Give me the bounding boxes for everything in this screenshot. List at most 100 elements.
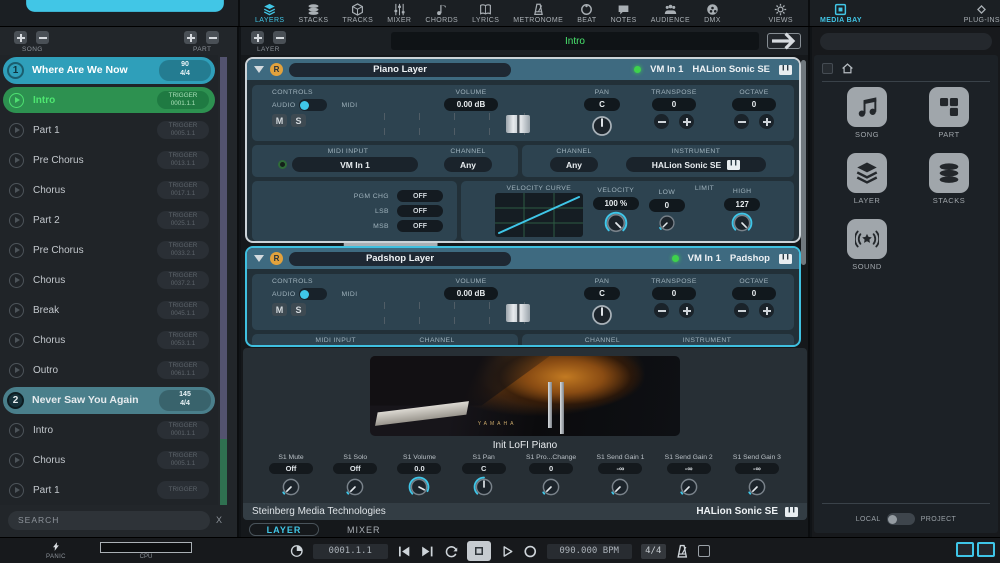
add-song-button[interactable] [14, 31, 27, 44]
param-knob[interactable] [280, 476, 302, 498]
param-value[interactable]: C [461, 463, 506, 474]
tab-mixer[interactable]: MIXER [347, 525, 381, 535]
play-icon[interactable] [9, 302, 24, 318]
tab-mixer[interactable]: MIXER [380, 3, 418, 24]
layer-name[interactable]: Piano Layer [289, 62, 511, 77]
octave-minus-button[interactable] [734, 114, 749, 129]
tab-notes[interactable]: NOTES [604, 3, 644, 24]
cycle-button[interactable] [444, 544, 459, 559]
mute-button[interactable]: M [272, 114, 287, 127]
play-icon[interactable] [9, 212, 24, 228]
play-icon[interactable] [9, 422, 24, 438]
keyboard-icon[interactable] [785, 506, 798, 517]
tab-plug-ins[interactable]: PLUG-INS [964, 3, 1000, 24]
part-item[interactable]: Chorus TRIGGER 0017.1.1 [3, 177, 215, 203]
octave-minus-button[interactable] [734, 303, 749, 318]
tab-layers[interactable]: LAYERS [248, 3, 292, 24]
collapse-triangle-icon[interactable] [254, 255, 264, 262]
octave-plus-button[interactable] [759, 114, 774, 129]
param-knob[interactable] [678, 476, 700, 498]
play-icon[interactable] [9, 122, 24, 138]
part-item[interactable]: Part 1 TRIGGER 0005.1.1 [3, 117, 215, 143]
tab-tracks[interactable]: TRACKS [335, 2, 380, 24]
click-checkbox[interactable] [698, 545, 711, 557]
midi-input-select[interactable]: VM In 1 [292, 157, 418, 172]
part-item[interactable]: Outro TRIGGER 0061.1.1 [3, 357, 215, 383]
media-bay-filter-bar[interactable] [820, 33, 992, 50]
timesig-display[interactable]: 4/4 [640, 543, 666, 559]
layer-instrument[interactable]: HALion Sonic SE [692, 64, 770, 75]
go-to-start-button[interactable] [397, 544, 412, 559]
play-icon[interactable] [9, 182, 24, 198]
pan-value[interactable]: C [584, 287, 620, 300]
velocity-value[interactable]: 100 % [592, 197, 639, 210]
window-layout-button-2[interactable] [977, 542, 995, 557]
volume-slider[interactable] [383, 302, 559, 324]
layer-midi-input[interactable]: VM In 1 [688, 253, 721, 264]
play-icon[interactable] [9, 152, 24, 168]
audio-midi-toggle[interactable] [298, 99, 327, 111]
record-button[interactable] [523, 544, 538, 559]
play-icon[interactable] [9, 362, 24, 378]
low-value[interactable]: 0 [648, 199, 685, 212]
add-layer-button[interactable] [251, 31, 264, 44]
tab-metronome[interactable]: METRONOME [506, 3, 570, 24]
param-knob[interactable] [746, 476, 768, 498]
collapse-triangle-icon[interactable] [254, 66, 264, 73]
part-item[interactable]: Chorus TRIGGER 0005.1.1 [3, 447, 215, 473]
transpose-minus-button[interactable] [654, 114, 669, 129]
mediabay-tile-song[interactable]: SONG [826, 87, 908, 153]
pgm-chg-value[interactable]: OFF [397, 190, 443, 202]
pan-knob[interactable] [589, 302, 615, 328]
part-item[interactable]: Chorus TRIGGER 0037.2.1 [3, 267, 215, 293]
position-display[interactable]: 0001.1.1 [312, 543, 388, 559]
remove-layer-button[interactable] [273, 31, 286, 44]
play-icon[interactable] [9, 272, 24, 288]
local-project-toggle[interactable] [886, 513, 915, 525]
next-part-button[interactable] [767, 32, 801, 50]
param-value[interactable]: 0.0 [397, 463, 442, 474]
play-icon[interactable] [9, 242, 24, 258]
param-knob[interactable] [473, 476, 495, 498]
transpose-plus-button[interactable] [679, 114, 694, 129]
window-layout-button-1[interactable] [956, 542, 974, 557]
media-bay-checkbox[interactable] [822, 63, 833, 74]
param-value[interactable]: Off [269, 463, 313, 474]
part-item[interactable]: Part 2 TRIGGER 0025.1.1 [3, 207, 215, 233]
out-channel-select[interactable]: Any [550, 157, 598, 172]
tab-stacks[interactable]: STACKS [292, 3, 336, 24]
layer-instrument[interactable]: Padshop [730, 253, 770, 264]
panic-button[interactable]: PANIC [46, 540, 66, 560]
part-item[interactable]: Pre Chorus TRIGGER 0013.1.1 [3, 147, 215, 173]
tab-views[interactable]: VIEWS [761, 3, 800, 24]
search-input[interactable] [8, 510, 210, 530]
param-value[interactable]: 0 [529, 463, 574, 474]
octave-value[interactable]: 0 [732, 287, 776, 300]
volume-slider[interactable] [383, 113, 559, 135]
velocity-knob[interactable] [604, 211, 628, 235]
volume-value[interactable]: 0.00 dB [444, 98, 498, 111]
octave-plus-button[interactable] [759, 303, 774, 318]
song2-color-strip[interactable] [220, 439, 227, 505]
stop-button[interactable] [467, 541, 491, 561]
pan-value[interactable]: C [584, 98, 620, 111]
tab-layer[interactable]: LAYER [249, 523, 319, 536]
song1-color-strip[interactable] [220, 57, 227, 439]
volume-slider-handle[interactable] [505, 304, 530, 322]
play-icon[interactable] [9, 482, 24, 498]
mediabay-tile-sound[interactable]: SOUND [826, 219, 908, 285]
param-knob[interactable] [344, 476, 366, 498]
param-knob[interactable] [609, 476, 631, 498]
mediabay-tile-stacks[interactable]: STACKS [908, 153, 990, 219]
part-item[interactable]: Intro TRIGGER 0001.1.1 [3, 87, 215, 113]
record-arm-button[interactable]: R [270, 252, 283, 265]
part-item[interactable]: Break TRIGGER 0045.1.1 [3, 297, 215, 323]
metronome-button[interactable] [675, 544, 690, 559]
transpose-value[interactable]: 0 [652, 287, 696, 300]
song-item[interactable]: 1 Where Are We Now 90 4/4 [3, 56, 215, 84]
solo-button[interactable]: S [291, 114, 306, 127]
layers-scrollbar[interactable] [801, 60, 806, 265]
search-clear-button[interactable]: X [216, 515, 222, 525]
velocity-curve-graph[interactable] [494, 193, 583, 237]
keyboard-icon[interactable] [779, 253, 792, 264]
